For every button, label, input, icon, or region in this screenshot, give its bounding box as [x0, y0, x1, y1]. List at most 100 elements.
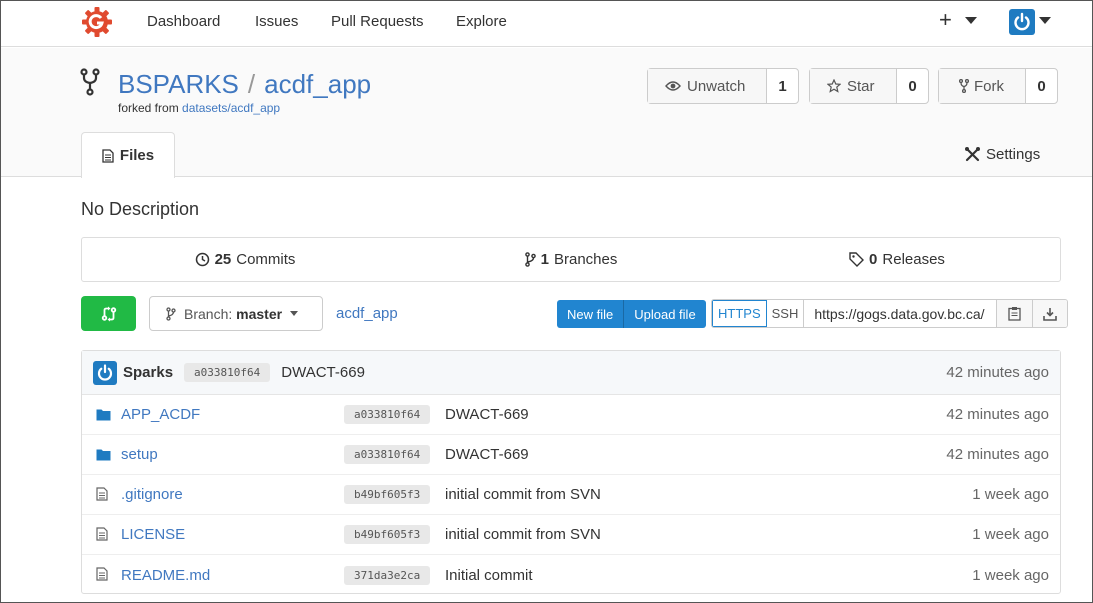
- top-navbar: Dashboard Issues Pull Requests Explore +: [1, 1, 1092, 47]
- fork-icon: [959, 79, 969, 93]
- file-row: .gitignore b49bf605f3 initial commit fro…: [82, 475, 1060, 515]
- file-text-icon: [96, 527, 108, 544]
- nav-dashboard[interactable]: Dashboard: [147, 13, 220, 30]
- file-commit-sha[interactable]: b49bf605f3: [344, 485, 431, 504]
- tab-files[interactable]: Files: [81, 132, 175, 178]
- breadcrumb-repo-link[interactable]: acdf_app: [336, 305, 398, 322]
- gogs-logo-icon[interactable]: [81, 6, 113, 38]
- clone-url-input[interactable]: https://gogs.data.gov.bc.ca/: [804, 300, 998, 327]
- file-text-icon: [102, 148, 114, 163]
- file-commit-sha[interactable]: 371da3e2ca: [344, 565, 431, 585]
- file-commit-sha[interactable]: a033810f64: [344, 445, 431, 464]
- file-commit-message[interactable]: DWACT-669: [445, 446, 529, 463]
- new-file-button[interactable]: New file: [557, 300, 624, 328]
- star-button[interactable]: Star: [810, 69, 897, 103]
- unwatch-button[interactable]: Unwatch: [648, 69, 767, 103]
- nav-explore[interactable]: Explore: [456, 13, 507, 30]
- star-label: Star: [847, 77, 875, 95]
- branch-name: master: [236, 305, 283, 322]
- tab-files-label: Files: [119, 147, 155, 164]
- commits-stat[interactable]: 25 Commits: [82, 238, 408, 281]
- tag-icon: [849, 252, 865, 267]
- file-commit-message[interactable]: initial commit from SVN: [445, 526, 601, 543]
- releases-label: Releases: [882, 251, 945, 268]
- copy-url-button[interactable]: [997, 300, 1033, 327]
- user-avatar[interactable]: [1009, 9, 1035, 35]
- tab-settings-label: Settings: [986, 146, 1041, 163]
- chevron-down-icon[interactable]: [965, 17, 977, 24]
- file-commit-sha[interactable]: b49bf605f3: [344, 525, 431, 544]
- file-commit-message[interactable]: initial commit from SVN: [445, 486, 601, 503]
- clipboard-icon: [1008, 307, 1022, 321]
- compare-pull-button[interactable]: [81, 296, 136, 331]
- nav-pull-requests[interactable]: Pull Requests: [331, 13, 424, 30]
- releases-stat[interactable]: 0 Releases: [734, 238, 1060, 281]
- file-commit-time: 1 week ago: [972, 526, 1049, 543]
- folder-icon: [96, 408, 111, 424]
- tools-icon: [965, 147, 980, 162]
- chevron-down-icon: [290, 311, 299, 316]
- branches-label: Branches: [553, 251, 618, 268]
- file-name-link[interactable]: APP_ACDF: [121, 406, 200, 423]
- repo-stats-bar: 25 Commits 1 Branches 0 Releases: [81, 237, 1061, 282]
- chevron-down-icon[interactable]: [1039, 17, 1051, 24]
- file-commit-message[interactable]: Initial commit: [445, 567, 533, 584]
- commits-count: 25: [214, 251, 232, 268]
- file-list-table: Sparks a033810f64 DWACT-669 42 minutes a…: [81, 350, 1061, 594]
- branches-stat[interactable]: 1 Branches: [408, 238, 734, 281]
- file-name-link[interactable]: README.md: [121, 567, 210, 584]
- file-commit-time: 42 minutes ago: [946, 446, 1049, 463]
- file-commit-time: 42 minutes ago: [946, 406, 1049, 423]
- file-commit-time: 1 week ago: [972, 566, 1049, 584]
- star-button-group: Star 0: [809, 68, 929, 104]
- https-toggle[interactable]: HTTPS: [712, 300, 767, 327]
- star-icon: [827, 79, 841, 93]
- watch-button-group: Unwatch 1: [647, 68, 799, 104]
- star-count[interactable]: 0: [897, 69, 928, 103]
- latest-commit-row: Sparks a033810f64 DWACT-669 42 minutes a…: [82, 351, 1060, 395]
- branch-dropdown[interactable]: Branch: master: [149, 296, 323, 331]
- file-name-link[interactable]: LICENSE: [121, 526, 185, 543]
- fork-button-group: Fork 0: [938, 68, 1058, 104]
- power-icon: [97, 363, 113, 381]
- forked-from-link[interactable]: datasets/acdf_app: [182, 101, 280, 115]
- git-branch-icon: [166, 306, 176, 321]
- file-name-link[interactable]: setup: [121, 446, 158, 463]
- commit-message[interactable]: DWACT-669: [281, 364, 365, 381]
- file-commit-message[interactable]: DWACT-669: [445, 406, 529, 423]
- watch-count[interactable]: 1: [767, 69, 798, 103]
- clone-url-group: HTTPS SSH https://gogs.data.gov.bc.ca/: [711, 299, 1069, 328]
- forked-from: forked from datasets/acdf_app: [118, 101, 280, 115]
- history-icon: [195, 252, 209, 267]
- commit-author-avatar[interactable]: [93, 360, 117, 385]
- releases-count: 0: [869, 251, 878, 268]
- file-row: APP_ACDF a033810f64 DWACT-669 42 minutes…: [82, 395, 1060, 435]
- create-new-plus-icon[interactable]: +: [939, 7, 952, 33]
- file-text-icon: [96, 567, 108, 584]
- repo-owner-link[interactable]: BSPARKS: [118, 69, 239, 99]
- download-icon: [1043, 307, 1058, 321]
- file-name-link[interactable]: .gitignore: [121, 486, 183, 503]
- git-branch-icon: [524, 252, 536, 267]
- ssh-toggle[interactable]: SSH: [767, 300, 805, 327]
- title-separator: /: [247, 69, 256, 99]
- fork-button[interactable]: Fork: [939, 69, 1026, 103]
- repo-name-link[interactable]: acdf_app: [264, 69, 371, 99]
- unwatch-label: Unwatch: [687, 77, 746, 95]
- download-button[interactable]: [1032, 300, 1068, 327]
- nav-issues[interactable]: Issues: [255, 13, 298, 30]
- commit-author[interactable]: Sparks: [123, 364, 173, 381]
- upload-file-button[interactable]: Upload file: [623, 300, 706, 328]
- commit-sha[interactable]: a033810f64: [184, 363, 271, 382]
- repo-description: No Description: [81, 199, 200, 219]
- file-commit-sha[interactable]: a033810f64: [344, 405, 431, 424]
- repo-forked-icon: [80, 68, 100, 96]
- fork-count[interactable]: 0: [1026, 69, 1057, 103]
- git-compare-icon: [101, 306, 116, 321]
- file-row: setup a033810f64 DWACT-669 42 minutes ag…: [82, 435, 1060, 475]
- repo-title: BSPARKS / acdf_app: [118, 69, 371, 100]
- repo-header: BSPARKS / acdf_app forked from datasets/ac…: [1, 48, 1092, 178]
- branches-count: 1: [540, 251, 549, 268]
- tab-settings[interactable]: Settings: [964, 146, 1040, 163]
- file-actions-group: New file Upload file: [557, 300, 706, 328]
